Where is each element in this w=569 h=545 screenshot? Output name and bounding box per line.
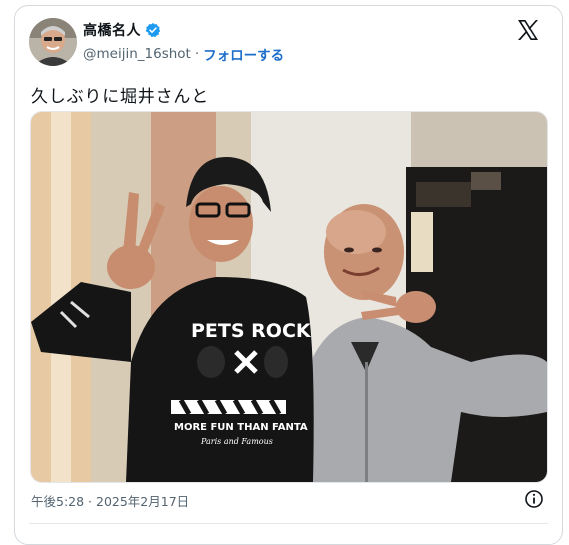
shirt-print-line2: MORE FUN THAN FANTA xyxy=(174,422,308,433)
follow-button[interactable]: フォローする xyxy=(203,44,284,64)
display-name[interactable]: 高橋名人 xyxy=(83,20,141,40)
separator-dot: · xyxy=(194,46,200,62)
photo-scene: PETS ROCK MORE FUN THAN FANTA Paris and … xyxy=(31,112,547,482)
user-handle[interactable]: @meijin_16shot xyxy=(83,46,191,62)
post-photo[interactable]: PETS ROCK MORE FUN THAN FANTA Paris and … xyxy=(30,111,548,483)
shirt-print-line3: Paris and Famous xyxy=(200,437,273,446)
post-timestamp[interactable]: 午後5:28 · 2025年2月17日 xyxy=(31,491,189,510)
post-text: 久しぶりに堀井さんと xyxy=(31,87,209,107)
post-card: 高橋名人 @meijin_16shot · フォローする 久しぶりに堀井さんと xyxy=(14,5,563,545)
avatar-image xyxy=(29,18,77,66)
divider xyxy=(29,523,548,524)
avatar[interactable] xyxy=(29,18,77,66)
name-row: 高橋名人 xyxy=(83,20,161,40)
x-logo-icon[interactable] xyxy=(516,18,540,42)
verified-badge-icon xyxy=(145,22,161,38)
handle-row: @meijin_16shot · フォローする xyxy=(83,44,284,64)
info-icon[interactable] xyxy=(524,489,544,509)
shirt-print-line1: PETS ROCK xyxy=(191,320,312,342)
